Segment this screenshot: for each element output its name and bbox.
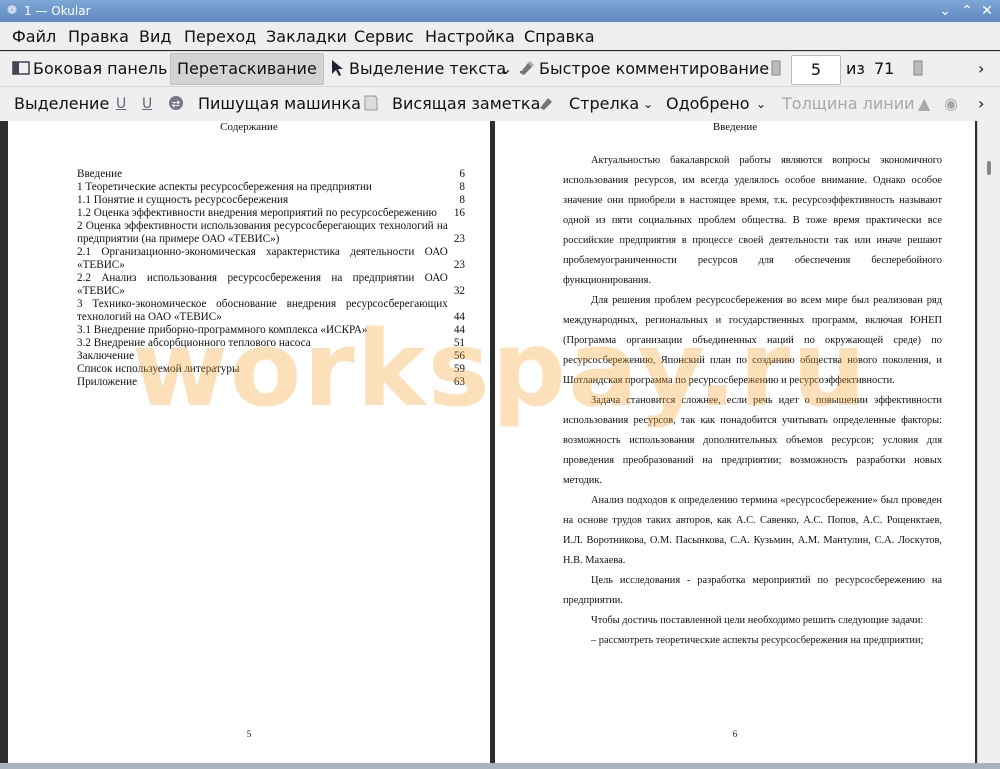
typewriter-icon[interactable]: ⇄	[167, 87, 188, 121]
toc-entry: Введение 6	[77, 168, 465, 181]
opacity-icon[interactable]: ◉	[944, 87, 958, 121]
line-width-button[interactable]: Толщина линии	[782, 87, 915, 121]
page-of-label: из	[846, 59, 865, 78]
paragraph: Чтобы достичь поставленной цели необходи…	[591, 615, 924, 626]
cursor-arrow-icon	[332, 60, 343, 76]
menu-tools[interactable]: Сервис	[354, 27, 414, 46]
toc-entry: 1.1 Понятие и сущность ресурсосбережения…	[77, 194, 465, 207]
bottom-frame	[0, 763, 1000, 769]
toc-entry-page: 32	[453, 285, 465, 297]
toc-entry: 1 Теоретические аспекты ресурсосбережени…	[77, 181, 465, 194]
page-number-input[interactable]: 5	[791, 55, 841, 85]
page-heading: Введение	[712, 121, 758, 133]
toc-entry: 2.2 Анализ использования ресурсосбережен…	[77, 272, 465, 298]
quick-comment-button[interactable]: Быстрое комментирование	[518, 52, 769, 86]
document-viewport[interactable]: Содержание Введение 6 1 Теоретические аспе…	[0, 121, 1000, 769]
title-bar: ❁ 1 — Okular ⌄ ⌃ ✕	[0, 0, 1000, 22]
toolbar-overflow-icon[interactable]: ›	[978, 52, 984, 86]
sidebar-button[interactable]: Боковая панель	[12, 52, 167, 86]
sticky-note-button[interactable]: Висящая заметка	[392, 87, 540, 121]
page-number: 6	[732, 729, 738, 739]
page-number: 5	[246, 729, 252, 739]
minimize-button[interactable]: ⌄	[936, 2, 954, 20]
okular-app-icon: ❁	[6, 3, 18, 17]
toolbar-overflow-icon[interactable]: ›	[978, 87, 984, 121]
scrollbar-thumb[interactable]	[987, 161, 991, 175]
menu-bookmarks[interactable]: Закладки	[266, 27, 347, 46]
menu-go[interactable]: Переход	[184, 27, 256, 46]
paragraph: Цель исследования - разработка мероприят…	[563, 575, 942, 606]
main-toolbar: Боковая панель Перетаскивание Выделение …	[0, 51, 1000, 86]
page-down-icon	[913, 60, 923, 76]
page-5: Содержание Введение 6 1 Теоретические аспе…	[8, 121, 490, 763]
sidebar-icon	[12, 61, 30, 75]
menu-bar: Файл Правка Вид Переход Закладки Сервис …	[0, 22, 1000, 50]
toc-entry-page: 23	[453, 259, 465, 271]
highlighter-icon	[520, 61, 534, 75]
menu-help[interactable]: Справка	[524, 27, 595, 46]
toc-entry-title: Введение	[77, 168, 123, 180]
stamp-approved-button[interactable]: Одобрено	[666, 87, 750, 121]
chevron-down-icon[interactable]: ⌄	[756, 87, 766, 121]
paragraph: Актуальностью бакалаврской работы являют…	[563, 155, 942, 286]
toc-entry: 1.2 Оценка эффективности внедрения мероп…	[77, 207, 465, 220]
typewriter-button[interactable]: Пишущая машинка	[198, 87, 361, 121]
paragraph: – рассмотреть теоретические аспекты ресу…	[591, 635, 924, 646]
menu-file[interactable]: Файл	[12, 27, 56, 46]
close-button[interactable]: ✕	[978, 2, 996, 20]
window-title: 1 — Okular	[24, 4, 91, 18]
toc-entry-page: 16	[453, 207, 465, 219]
annotation-toolbar: Выделение U U ⇄ Пишущая машинка Висящая …	[0, 86, 1000, 122]
toc-entry-title: 1.1 Понятие и сущность ресурсосбережения	[77, 194, 289, 206]
toc-entry-page: 6	[459, 168, 465, 180]
menu-view[interactable]: Вид	[139, 27, 171, 46]
toc-entry-title: 2.1 Организационно-экономическая характе…	[77, 246, 448, 271]
menu-edit[interactable]: Правка	[68, 27, 129, 46]
page-6: Введение Актуальностью бакалаврской рабо…	[495, 121, 975, 763]
menu-settings[interactable]: Настройка	[425, 27, 515, 46]
toc-entry-title: 2.2 Анализ использования ресурсосбережен…	[77, 272, 448, 297]
next-page-button[interactable]	[909, 52, 930, 86]
watermark: workspay.ru	[131, 308, 869, 430]
toc-entry-page: 8	[459, 194, 465, 206]
arrow-tool-button[interactable]: Стрелка	[569, 87, 639, 121]
chevron-down-icon[interactable]: ⌄	[643, 87, 653, 121]
paragraph: Анализ подходов к определению термина «р…	[563, 495, 942, 566]
chevron-down-icon[interactable]: ⌄	[499, 52, 512, 86]
maximize-button[interactable]: ⌃	[958, 2, 976, 20]
drag-mode-button[interactable]: Перетаскивание	[170, 53, 324, 85]
svg-text:⇄: ⇄	[172, 99, 180, 110]
toc-entry-title: 1.2 Оценка эффективности внедрения мероп…	[77, 207, 437, 219]
toc-entry-title: 2 Оценка эффективности использования рес…	[77, 220, 448, 245]
previous-page-button[interactable]	[767, 52, 788, 86]
vertical-scrollbar[interactable]	[977, 121, 1000, 769]
text-select-button[interactable]: Выделение текста ⌄	[328, 52, 527, 86]
underline-icon[interactable]: U	[116, 87, 126, 121]
color-icon[interactable]: ▲	[918, 87, 930, 121]
note-icon[interactable]	[362, 87, 383, 121]
toc-entry-page: 23	[453, 233, 465, 245]
toc-entry-title: 1 Теоретические аспекты ресурсосбережени…	[77, 181, 372, 193]
strikeout-icon[interactable]: U	[142, 87, 152, 121]
toc-entry-page: 8	[459, 181, 465, 193]
toc-entry: 2 Оценка эффективности использования рес…	[77, 220, 465, 246]
selection-tool-button[interactable]: Выделение	[14, 87, 109, 121]
page-up-icon	[771, 60, 781, 76]
arrow-tool-icon[interactable]	[538, 87, 559, 121]
toc-entry: 2.1 Организационно-экономическая характе…	[77, 246, 465, 272]
page-heading: Содержание	[220, 121, 278, 133]
page-total-label: 71	[874, 59, 895, 78]
